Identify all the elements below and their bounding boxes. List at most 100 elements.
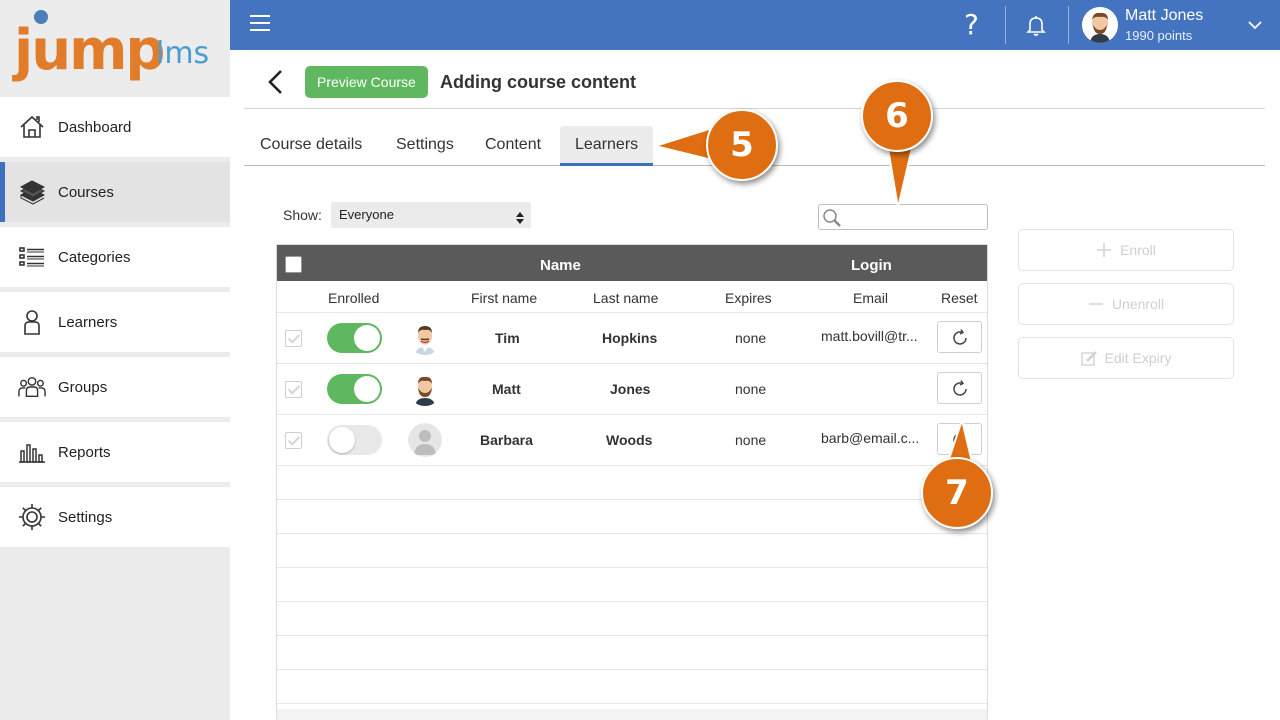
- edit-expiry-label: Edit Expiry: [1104, 350, 1172, 366]
- callout-step-7: 7: [921, 457, 993, 529]
- tab-content[interactable]: Content: [470, 126, 556, 166]
- reset-button[interactable]: [937, 321, 982, 353]
- enrolled-toggle[interactable]: [327, 323, 382, 353]
- header-login: Login: [851, 257, 892, 274]
- unenroll-label: Unenroll: [1111, 296, 1165, 312]
- enroll-button[interactable]: Enroll: [1018, 229, 1234, 271]
- jumplms-logo[interactable]: jump lms: [14, 10, 224, 90]
- preview-course-button[interactable]: Preview Course: [305, 66, 428, 98]
- column-reset[interactable]: Reset: [941, 290, 978, 306]
- refresh-icon: [953, 329, 967, 345]
- chevron-down-icon[interactable]: [1246, 16, 1264, 34]
- avatar: [408, 372, 442, 406]
- enrolled-toggle[interactable]: [327, 425, 382, 455]
- empty-row: [277, 466, 987, 500]
- email-cell: matt.bovill@tr...: [821, 328, 918, 344]
- enroll-label: Enroll: [1120, 242, 1156, 258]
- sidebar-item-label: Reports: [58, 443, 111, 461]
- divider: [244, 108, 1265, 109]
- enrolled-toggle[interactable]: [327, 374, 382, 404]
- show-filter-select[interactable]: Everyone: [331, 202, 531, 228]
- column-first-name[interactable]: First name: [471, 290, 537, 306]
- sidebar-item-label: Learners: [58, 313, 118, 331]
- empty-row: [277, 568, 987, 602]
- table-column-header: Enrolled First name Last name Expires Em…: [277, 281, 987, 313]
- user-avatar[interactable]: [1082, 7, 1118, 43]
- refresh-icon: [953, 431, 967, 447]
- table-row[interactable]: Matt Jones none: [277, 364, 987, 415]
- table-group-header: Name Login: [277, 245, 987, 281]
- tab-course-details[interactable]: Course details: [245, 126, 377, 166]
- reset-button[interactable]: [937, 423, 982, 455]
- person-icon: [18, 308, 46, 336]
- table-footer: [277, 709, 987, 720]
- bar-chart-icon: [18, 438, 46, 466]
- divider: [1005, 6, 1006, 44]
- row-checkbox[interactable]: [285, 381, 302, 398]
- sidebar-item-label: Courses: [58, 183, 114, 201]
- sidebar-item-groups[interactable]: Groups: [0, 357, 230, 417]
- minus-icon: [1088, 303, 1103, 305]
- last-name-cell: Hopkins: [602, 330, 658, 346]
- first-name-cell: Barbara: [480, 432, 533, 448]
- avatar: [408, 321, 442, 355]
- search-input[interactable]: [818, 204, 988, 230]
- sidebar-item-courses[interactable]: Courses: [0, 162, 230, 222]
- sidebar-item-label: Dashboard: [58, 118, 132, 136]
- sidebar-item-label: Groups: [58, 378, 108, 396]
- first-name-cell: Matt: [492, 381, 521, 397]
- sidebar-item-reports[interactable]: Reports: [0, 422, 230, 482]
- select-all-checkbox[interactable]: [285, 256, 302, 273]
- sidebar: jump lms Dashboard Courses Categories Le…: [0, 0, 230, 720]
- empty-row: [277, 602, 987, 636]
- expires-cell: none: [735, 432, 767, 448]
- hamburger-menu-icon[interactable]: [250, 15, 270, 35]
- sidebar-item-learners[interactable]: Learners: [0, 292, 230, 352]
- header-name: Name: [540, 257, 581, 274]
- bell-icon[interactable]: [1025, 14, 1047, 36]
- expires-cell: none: [735, 330, 767, 346]
- table-row[interactable]: Barbara Woods none barb@email.c...: [277, 415, 987, 466]
- sidebar-item-dashboard[interactable]: Dashboard: [0, 97, 230, 157]
- empty-row: [277, 534, 987, 568]
- edit-expiry-button[interactable]: Edit Expiry: [1018, 337, 1234, 379]
- logo-text-main: jump: [14, 18, 165, 83]
- top-bar: ? Matt Jones 1990 points: [230, 0, 1280, 50]
- column-expires[interactable]: Expires: [725, 290, 772, 306]
- gear-icon: [18, 503, 46, 531]
- user-name[interactable]: Matt Jones: [1125, 7, 1203, 25]
- column-email[interactable]: Email: [853, 290, 888, 306]
- callout-step-6: 6: [861, 80, 933, 152]
- books-icon: [18, 178, 46, 206]
- back-arrow-icon[interactable]: [264, 68, 288, 96]
- row-checkbox[interactable]: [285, 432, 302, 449]
- callout-step-5: 5: [706, 109, 778, 181]
- search-icon: [822, 208, 842, 228]
- avatar-placeholder: [408, 423, 442, 457]
- select-arrows-icon: [515, 208, 525, 224]
- sidebar-item-settings[interactable]: Settings: [0, 487, 230, 547]
- unenroll-button[interactable]: Unenroll: [1018, 283, 1234, 325]
- expires-cell: none: [735, 381, 767, 397]
- house-icon: [18, 113, 46, 141]
- last-name-cell: Woods: [606, 432, 653, 448]
- help-icon[interactable]: ?: [964, 8, 979, 42]
- row-checkbox[interactable]: [285, 330, 302, 347]
- tab-settings[interactable]: Settings: [381, 126, 469, 166]
- reset-button[interactable]: [937, 372, 982, 404]
- show-filter-value: Everyone: [339, 207, 394, 222]
- plus-icon: [1097, 243, 1112, 257]
- column-enrolled[interactable]: Enrolled: [328, 290, 379, 306]
- sidebar-item-categories[interactable]: Categories: [0, 227, 230, 287]
- learners-table: Name Login Enrolled First name Last name…: [276, 244, 988, 720]
- user-points: 1990 points: [1125, 28, 1193, 43]
- page-title: Adding course content: [440, 72, 637, 92]
- refresh-icon: [953, 380, 967, 396]
- tab-learners[interactable]: Learners: [560, 126, 654, 166]
- logo-text-sub: lms: [156, 36, 210, 71]
- sidebar-item-label: Categories: [58, 248, 131, 266]
- empty-row: [277, 636, 987, 670]
- column-last-name[interactable]: Last name: [593, 290, 658, 306]
- table-row[interactable]: Tim Hopkins none matt.bovill@tr...: [277, 313, 987, 364]
- show-filter-label: Show:: [283, 207, 322, 223]
